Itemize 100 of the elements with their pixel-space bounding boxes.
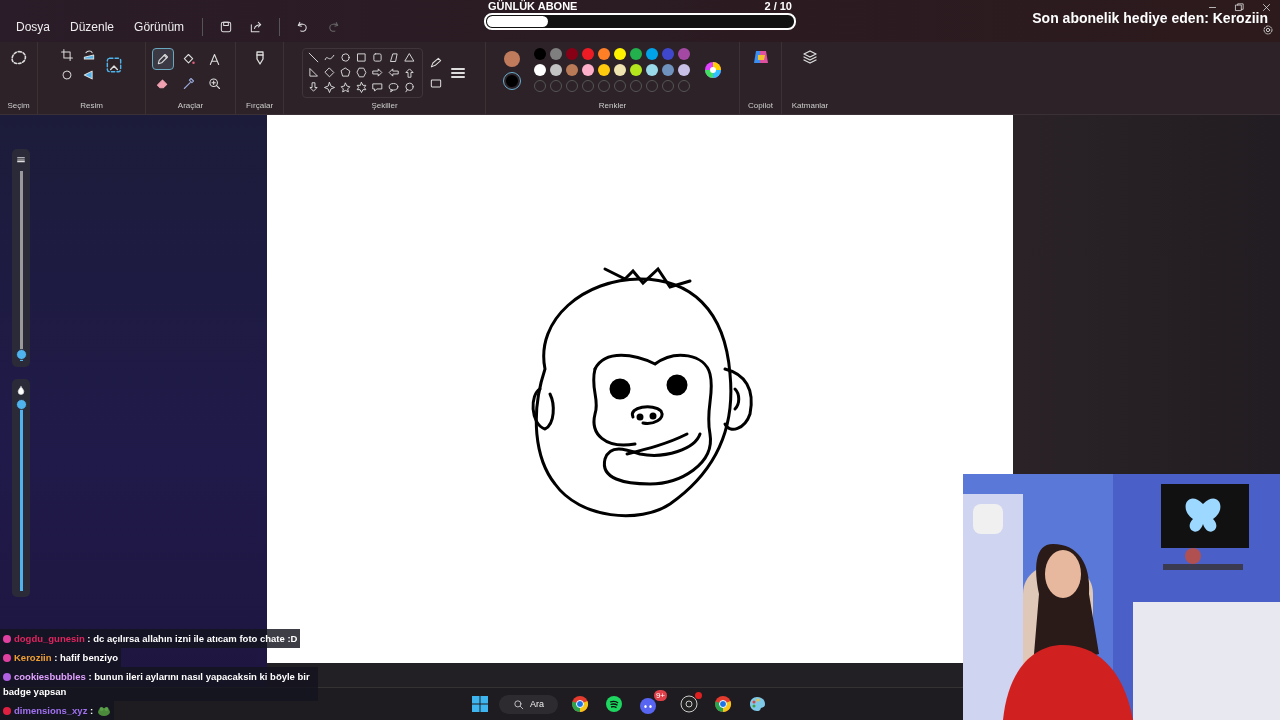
taskbar-app[interactable] — [677, 692, 701, 716]
color-swatch[interactable] — [533, 48, 546, 60]
music-app-icon — [605, 695, 623, 713]
tool-button[interactable] — [151, 48, 174, 70]
color-swatch[interactable] — [661, 64, 674, 76]
shape-icon — [355, 66, 368, 79]
shape-icon — [387, 66, 400, 79]
chat-message: dimensions_xyz : — [0, 701, 115, 720]
shape-icon — [371, 81, 384, 94]
paint-bucket-icon — [181, 51, 196, 67]
goal-count: 2 / 10 — [764, 0, 792, 12]
shape-icon — [307, 66, 320, 79]
color-swatch[interactable] — [549, 64, 562, 76]
last-gift-text: Son abonelik hediye eden: Keroziin — [1032, 10, 1268, 26]
vertical-slider[interactable] — [12, 379, 30, 597]
fill-icon[interactable] — [429, 76, 443, 90]
color-swatch[interactable] — [677, 48, 690, 60]
color-swatch[interactable] — [565, 48, 578, 60]
color-swatch[interactable] — [581, 64, 594, 76]
save-icon — [219, 20, 234, 34]
color-swatch[interactable] — [645, 48, 658, 60]
chat-app-icon — [639, 697, 657, 715]
group-label: Fırçalar — [245, 101, 274, 110]
color-swatch[interactable] — [549, 48, 562, 60]
current-color-swatch[interactable] — [503, 51, 520, 67]
shape-icon — [371, 51, 384, 64]
shape-icon — [307, 81, 320, 94]
copilot-icon[interactable] — [751, 48, 770, 66]
pencil-icon — [155, 51, 170, 67]
share-icon — [249, 20, 264, 34]
shape-icon — [371, 66, 384, 79]
shape-icon — [355, 51, 368, 64]
notification-badge: 9+ — [653, 690, 667, 701]
shape-icon — [307, 51, 320, 64]
shape-icon — [323, 81, 336, 94]
group-label: Katmanlar — [791, 101, 829, 110]
color-swatch[interactable] — [597, 48, 610, 60]
current-color-swatch[interactable] — [503, 73, 520, 89]
search-button[interactable]: Ara — [499, 694, 558, 714]
group-label: Şekiller — [371, 101, 398, 110]
shape-icon — [387, 81, 400, 94]
close-icon[interactable] — [1261, 2, 1272, 13]
browser-icon — [714, 695, 732, 713]
menu-item[interactable]: Dosya — [8, 18, 58, 36]
text-icon — [207, 51, 222, 67]
taskbar-app[interactable]: 9+ — [636, 690, 667, 718]
menu-item[interactable]: Düzenle — [62, 18, 123, 36]
frog-emote-icon — [97, 706, 112, 717]
notification-dot — [695, 692, 702, 699]
color-swatch[interactable] — [565, 64, 578, 76]
menu-item[interactable]: Görünüm — [126, 18, 193, 36]
browser-icon — [571, 695, 589, 713]
layers-icon[interactable] — [801, 48, 819, 66]
goal-title: GÜNLÜK ABONE — [488, 0, 578, 12]
shape-icon — [403, 81, 416, 94]
zoom-icon — [207, 75, 222, 91]
vertical-slider[interactable] — [12, 149, 30, 367]
eyedropper-icon — [181, 75, 196, 91]
crop-icon[interactable] — [59, 48, 74, 62]
color-swatch[interactable] — [629, 64, 642, 76]
slider-thumb[interactable] — [15, 349, 27, 361]
group-label: Renkler — [598, 101, 627, 110]
search-icon — [513, 698, 524, 710]
color-swatch[interactable] — [533, 64, 546, 76]
color-swatch[interactable] — [629, 48, 642, 60]
opacity-icon — [16, 385, 26, 395]
color-swatch[interactable] — [613, 48, 626, 60]
color-swatch[interactable] — [613, 64, 626, 76]
group-label: Resim — [80, 101, 103, 110]
slider-thumb[interactable] — [15, 398, 27, 410]
color-swatch[interactable] — [597, 64, 610, 76]
settings-icon[interactable] — [1262, 24, 1274, 36]
redo-icon — [326, 20, 341, 34]
stroke-size-icon — [16, 155, 26, 165]
color-swatch[interactable] — [661, 48, 674, 60]
paint-palette-icon — [748, 695, 766, 713]
shape-icon — [403, 66, 416, 79]
shape-icon — [323, 66, 336, 79]
shape-icon — [355, 81, 368, 94]
outline-icon[interactable] — [429, 56, 443, 70]
color-swatch[interactable] — [645, 64, 658, 76]
color-swatch[interactable] — [581, 48, 594, 60]
shape-button[interactable] — [323, 66, 338, 81]
chat-message: Keroziin : hafif benziyo — [0, 648, 121, 667]
restore-icon[interactable] — [1234, 2, 1245, 13]
shape-button[interactable] — [323, 81, 338, 96]
chat-message: cookiesbubbles : bunun ileri aylarını nasıl yapacaksin ki böyle bir badge yapsan — [0, 667, 318, 701]
shape-icon — [339, 81, 352, 94]
shape-icon — [339, 66, 352, 79]
shape-icon — [403, 51, 416, 64]
shape-icon — [387, 51, 400, 64]
shape-icon — [339, 51, 352, 64]
recorder-icon — [680, 695, 698, 713]
group-label: Copilot — [748, 101, 773, 110]
group-label: Seçim — [7, 101, 30, 110]
start-icon[interactable] — [471, 695, 489, 713]
group-label: Araçlar — [177, 101, 204, 110]
color-wheel-icon[interactable] — [703, 61, 722, 79]
chat-message: dogdu_gunesin : dc açılırsa allahın izni ile atıcam foto chate :D — [0, 629, 301, 648]
color-swatch[interactable] — [677, 64, 690, 76]
